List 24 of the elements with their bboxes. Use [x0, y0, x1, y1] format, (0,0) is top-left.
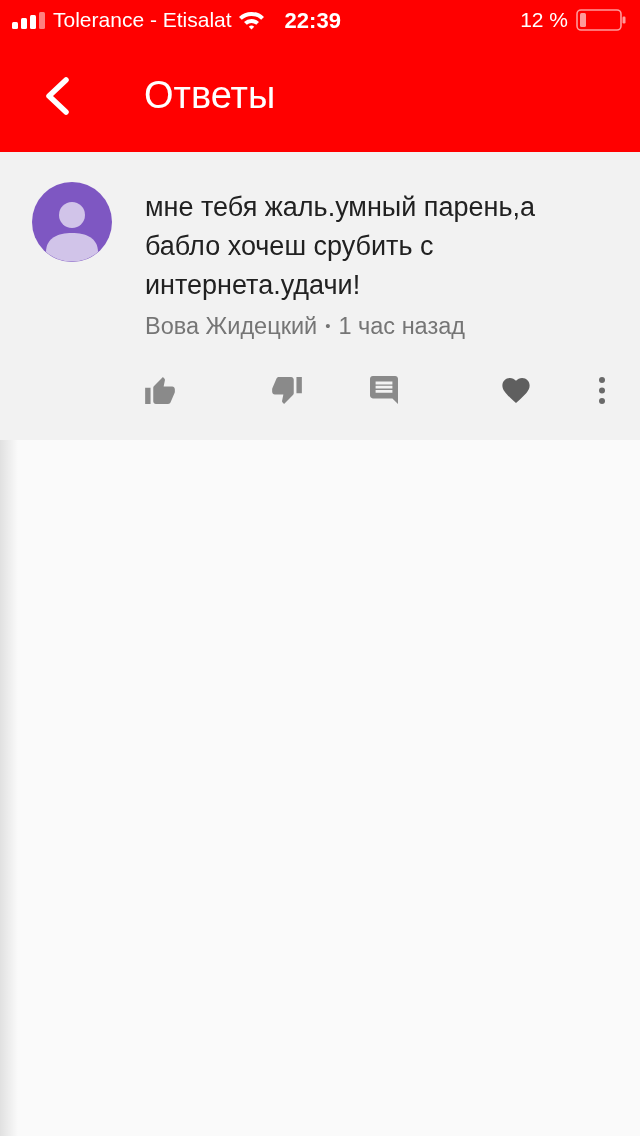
clock-time: 22:39 [284, 6, 341, 35]
more-options-icon [598, 376, 606, 404]
battery-icon [576, 9, 626, 31]
avatar-icon [32, 182, 112, 262]
heart-icon [502, 377, 530, 403]
back-button[interactable] [44, 77, 70, 115]
carrier-name: Tolerance - Etisalat [53, 7, 232, 34]
heart-button[interactable] [502, 377, 530, 403]
battery-percent: 12 % [520, 7, 568, 34]
reply-button[interactable] [370, 376, 398, 404]
back-icon [44, 77, 70, 115]
wifi-icon [237, 10, 265, 30]
thumbs-down-icon [272, 376, 302, 404]
more-options-button[interactable] [598, 376, 606, 404]
dislike-button[interactable] [272, 376, 302, 404]
like-button[interactable] [145, 376, 175, 404]
thumbs-up-icon [145, 376, 175, 404]
comment-icon [370, 376, 398, 404]
screen-title: Ответы [144, 73, 276, 119]
signal-icon [12, 11, 46, 29]
author-name: Вова Жидецкий [145, 312, 318, 340]
separator-dot: • [325, 316, 331, 336]
comment-time: 1 час назад [338, 312, 465, 340]
comment-text: мне тебя жаль.умный парень,а бабло хочеш срубить с интернета.удачи! [145, 191, 536, 302]
